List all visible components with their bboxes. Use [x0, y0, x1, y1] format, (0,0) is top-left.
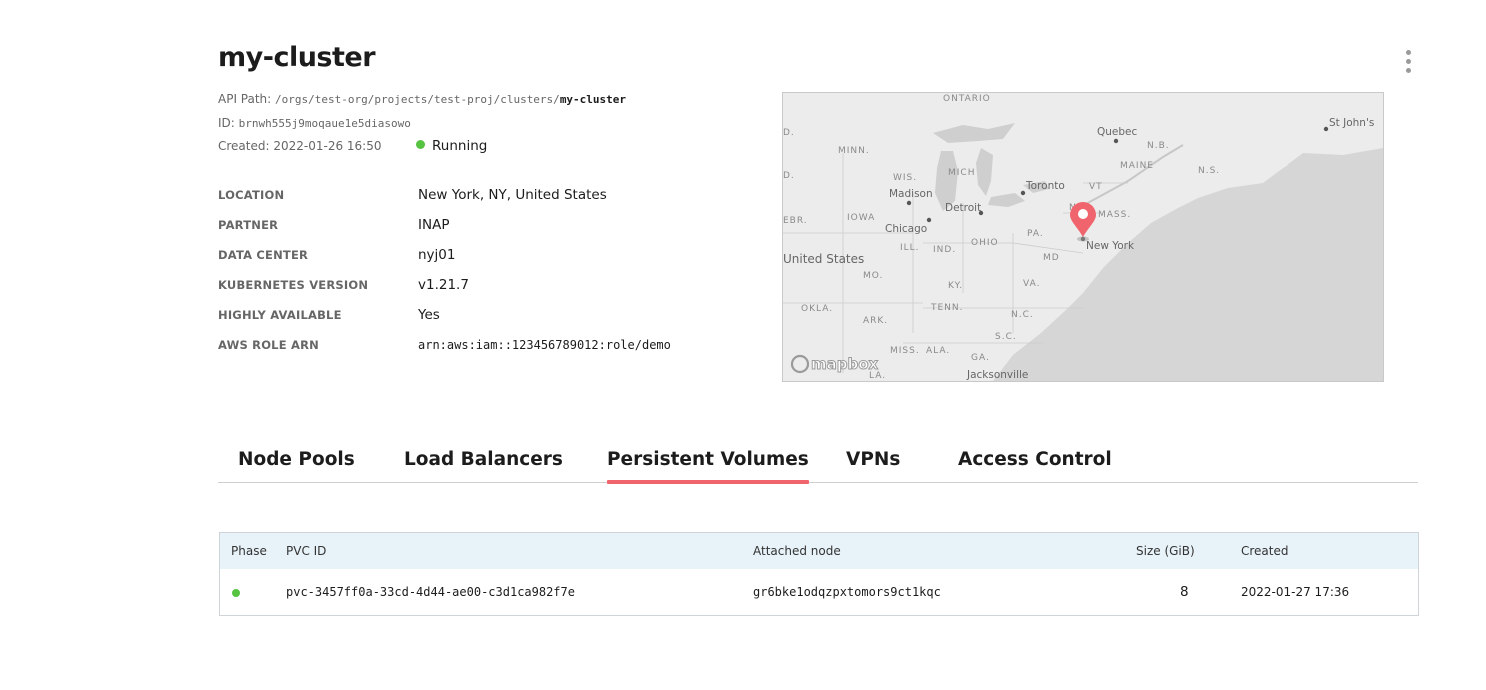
column-header-pvc-id[interactable]: PVC ID	[286, 544, 326, 558]
status-badge: Running	[416, 138, 487, 154]
cluster-id-value: brnwh555j9moqaue1e5diasowo	[238, 117, 411, 130]
map-label: N.C.	[1011, 310, 1034, 320]
map-label: Detroit	[945, 202, 981, 214]
map-label: OHIO	[971, 238, 999, 248]
kubernetes-version-label: KUBERNETES VERSION	[218, 278, 369, 292]
column-header-phase[interactable]: Phase	[231, 544, 267, 558]
map-label: MO.	[863, 271, 883, 281]
cluster-id-label: ID:	[218, 116, 235, 130]
column-header-created[interactable]: Created	[1241, 544, 1289, 558]
attached-node-cell: gr6bke1odqzpxtomors9ct1kqc	[753, 585, 941, 599]
aws-role-arn-label: AWS ROLE ARN	[218, 338, 319, 352]
highly-available-value: Yes	[418, 307, 440, 323]
partner-label: PARTNER	[218, 218, 279, 232]
map-label: PA.	[1027, 229, 1044, 239]
api-path-cluster-name: my-cluster	[559, 93, 627, 106]
map-label: St John's	[1329, 117, 1374, 129]
map-label: Toronto	[1025, 180, 1065, 192]
map-label: TENN.	[930, 303, 964, 313]
column-header-size[interactable]: Size (GiB)	[1136, 544, 1195, 558]
tab-persistent-volumes[interactable]: Persistent Volumes	[607, 449, 809, 484]
created-cell: 2022-01-27 17:36	[1241, 585, 1350, 599]
partner-value: INAP	[418, 217, 450, 233]
map-label: MINN.	[838, 146, 870, 156]
mapbox-attribution: mapbox	[811, 355, 879, 373]
map-label: MICH	[948, 168, 975, 178]
map-label: MISS.	[890, 346, 920, 356]
page-title: my-cluster	[218, 42, 376, 73]
location-label: LOCATION	[218, 188, 285, 202]
data-center-value: nyj01	[418, 247, 456, 263]
map-label: Chicago	[885, 223, 927, 235]
map-label: Jacksonville	[966, 369, 1028, 381]
map-label: MAINE	[1120, 161, 1154, 171]
map-label: N.S.	[1198, 166, 1220, 176]
map-label: EBR.	[783, 216, 808, 226]
cluster-id: ID: brnwh555j9moqaue1e5diasowo	[218, 116, 411, 130]
map-label: New York	[1086, 240, 1135, 252]
status-dot-icon	[416, 140, 425, 149]
map-label: IND.	[933, 245, 956, 255]
map-label: S.C.	[995, 332, 1017, 342]
map-label: ALA.	[926, 346, 950, 356]
table-header: Phase PVC ID Attached node Size (GiB) Cr…	[220, 533, 1418, 569]
map-label: Quebec	[1097, 126, 1138, 138]
map-label: D.	[783, 128, 795, 138]
api-path-label: API Path:	[218, 92, 272, 106]
map-label: Madison	[889, 188, 933, 200]
kubernetes-version-value: v1.21.7	[418, 277, 469, 293]
created-date: Created: 2022-01-26 16:50	[218, 139, 382, 153]
map-label: VT	[1089, 182, 1103, 192]
tab-bar: Node Pools Load Balancers Persistent Vol…	[218, 449, 1418, 484]
highly-available-label: HIGHLY AVAILABLE	[218, 308, 342, 322]
column-header-attached-node[interactable]: Attached node	[753, 544, 841, 558]
map-label: WIS.	[893, 173, 917, 183]
map-label: VA.	[1023, 279, 1040, 289]
map-label: D.	[783, 171, 795, 181]
map-label: MD	[1043, 253, 1060, 263]
phase-status-icon	[232, 589, 240, 597]
map-label: ILL.	[900, 243, 920, 253]
api-path: API Path: /orgs/test-org/projects/test-p…	[218, 92, 626, 106]
tab-vpns[interactable]: VPNs	[846, 449, 900, 482]
data-center-label: DATA CENTER	[218, 248, 309, 262]
map-label: United States	[783, 252, 864, 266]
pvc-id-cell: pvc-3457ff0a-33cd-4d44-ae00-c3d1ca982f7e	[286, 585, 575, 599]
persistent-volumes-table: Phase PVC ID Attached node Size (GiB) Cr…	[219, 532, 1419, 616]
map-label: OKLA.	[801, 304, 833, 314]
tab-access-control[interactable]: Access Control	[958, 449, 1112, 482]
more-options-icon[interactable]	[1398, 50, 1420, 78]
tab-load-balancers[interactable]: Load Balancers	[404, 449, 563, 482]
status-text: Running	[432, 138, 488, 154]
map-label: MASS.	[1098, 210, 1131, 220]
map-label: ONTARIO	[943, 94, 991, 104]
aws-role-arn-value: arn:aws:iam::123456789012:role/demo	[418, 338, 671, 352]
location-value: New York, NY, United States	[418, 187, 607, 203]
location-map[interactable]: ONTARIO N.B. N.S. MAINE MINN. WIS. MICH …	[782, 92, 1384, 382]
map-label: IOWA	[847, 213, 875, 223]
size-cell: 8	[1180, 584, 1189, 600]
map-label: N.B.	[1147, 141, 1170, 151]
map-label: GA.	[971, 353, 990, 363]
map-label: KY.	[948, 281, 963, 291]
tab-node-pools[interactable]: Node Pools	[238, 449, 355, 482]
api-path-prefix: /orgs/test-org/projects/test-proj/cluste…	[275, 93, 560, 106]
map-label: ARK.	[863, 316, 888, 326]
